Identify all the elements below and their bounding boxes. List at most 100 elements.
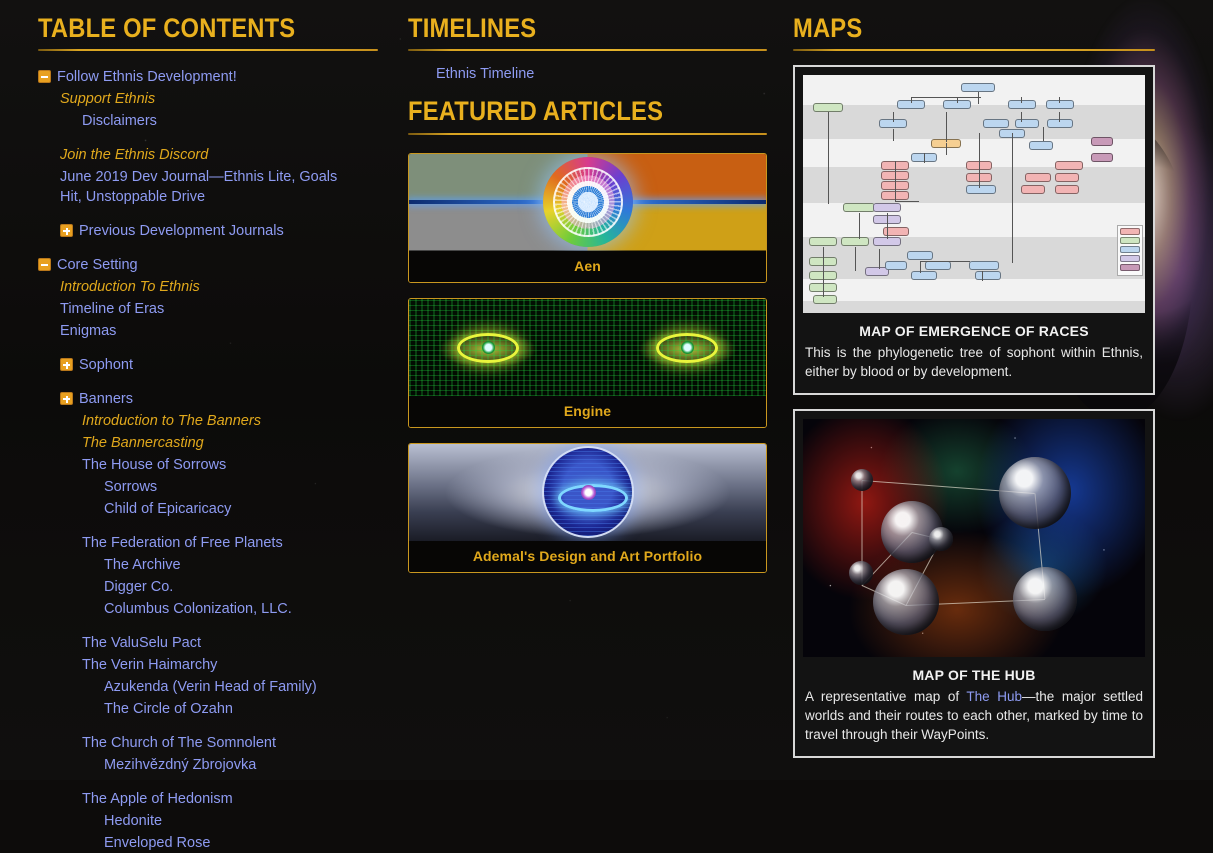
- toc-link[interactable]: The Bannercasting: [82, 433, 204, 453]
- toc-link[interactable]: Columbus Colonization, LLC.: [104, 599, 292, 619]
- toc-link[interactable]: Previous Development Journals: [79, 221, 284, 241]
- chart-legend: [1117, 225, 1143, 276]
- maps-header: MAPS: [793, 6, 1112, 42]
- chart-node: [885, 261, 907, 270]
- toc-link[interactable]: Child of Epicaricacy: [104, 499, 231, 519]
- map-title: MAP OF EMERGENCE OF RACES: [803, 313, 1145, 343]
- chart-edge: [1043, 127, 1044, 141]
- expand-plus-icon[interactable]: [60, 392, 73, 405]
- toc-link[interactable]: The Federation of Free Planets: [82, 533, 283, 553]
- toc-item: Disclaimers: [38, 111, 378, 131]
- map-description-link[interactable]: The Hub: [966, 689, 1022, 704]
- toc-item: Mezihvězdný Zbrojovka: [38, 755, 378, 775]
- toc-item: Introduction to The Banners: [38, 411, 378, 431]
- chart-edge: [982, 271, 983, 281]
- chart-edge: [920, 261, 921, 273]
- featured-article-card[interactable]: Engine: [408, 298, 767, 428]
- page-root: TABLE OF CONTENTS Follow Ethnis Developm…: [0, 0, 1213, 780]
- toc-link[interactable]: Introduction to The Banners: [82, 411, 261, 431]
- hub-planet: [929, 527, 953, 551]
- chart-edge: [893, 129, 894, 141]
- chart-node: [1055, 161, 1083, 170]
- toc-item: Join the Ethnis Discord: [38, 145, 378, 165]
- toc-link[interactable]: Follow Ethnis Development!: [57, 67, 237, 87]
- chart-edge: [957, 97, 958, 103]
- toc-item: Timeline of Eras: [38, 299, 378, 319]
- map-card[interactable]: MAP OF THE HUBA representative map of Th…: [793, 409, 1155, 758]
- chart-band: [803, 301, 1145, 313]
- toc-item: Follow Ethnis Development!: [38, 67, 378, 87]
- toc-item: Sophont: [38, 355, 378, 375]
- chart-edge: [1059, 112, 1060, 122]
- chart-node: [911, 271, 937, 280]
- chart-edge: [924, 153, 925, 163]
- chart-node: [975, 271, 1001, 280]
- chart-legend-swatch: [1120, 237, 1140, 244]
- toc-link[interactable]: Sophont: [79, 355, 133, 375]
- chart-node: [1046, 100, 1074, 109]
- toc-item: The Church of The Somnolent: [38, 733, 378, 753]
- table-of-contents-column: TABLE OF CONTENTS Follow Ethnis Developm…: [0, 6, 400, 780]
- toc-link[interactable]: The Verin Haimarchy: [82, 655, 217, 675]
- chart-edge: [893, 112, 894, 122]
- chart-node: [1055, 185, 1079, 194]
- toc-link[interactable]: The Apple of Hedonism: [82, 789, 233, 809]
- toc-link[interactable]: Introduction To Ethnis: [60, 277, 200, 297]
- aen-mandala-icon: [543, 157, 633, 247]
- toc-link[interactable]: Support Ethnis: [60, 89, 155, 109]
- chart-edge: [911, 97, 912, 103]
- collapse-minus-icon[interactable]: [38, 258, 51, 271]
- engine-artwork: [409, 299, 766, 396]
- chart-node: [966, 185, 996, 194]
- map-thumbnail: [803, 75, 1145, 313]
- toc-item: The House of Sorrows: [38, 455, 378, 475]
- featured-article-thumbnail: [409, 154, 766, 251]
- collapse-minus-icon[interactable]: [38, 70, 51, 83]
- toc-link[interactable]: Join the Ethnis Discord: [60, 145, 208, 165]
- phylogenetic-tree-diagram: [803, 75, 1145, 313]
- chart-edge: [895, 201, 919, 202]
- chart-node: [873, 203, 901, 212]
- toc-link[interactable]: June 2019 Dev Journal—Ethnis Lite, Goals…: [60, 167, 360, 207]
- toc-link[interactable]: Hedonite: [104, 811, 162, 831]
- toc-item: Hedonite: [38, 811, 378, 831]
- map-thumbnail: [803, 419, 1145, 657]
- toc-link[interactable]: Banners: [79, 389, 133, 409]
- featured-articles-header: FEATURED ARTICLES: [408, 89, 724, 125]
- chart-edge: [911, 97, 981, 98]
- toc-item: Enveloped Rose: [38, 833, 378, 853]
- toc-link[interactable]: Disclaimers: [82, 111, 157, 131]
- toc-link[interactable]: The Church of The Somnolent: [82, 733, 276, 753]
- engine-eye-right-icon: [656, 333, 718, 363]
- toc-link[interactable]: Azukenda (Verin Head of Family): [104, 677, 317, 697]
- chart-edge: [828, 112, 829, 204]
- toc-link[interactable]: The Archive: [104, 555, 181, 575]
- timeline-link[interactable]: Ethnis Timeline: [436, 66, 534, 82]
- featured-articles-header-rule: [408, 133, 767, 135]
- featured-article-card[interactable]: Aen: [408, 153, 767, 283]
- toc-link[interactable]: Sorrows: [104, 477, 157, 497]
- chart-node: [1029, 141, 1053, 150]
- map-card[interactable]: MAP OF EMERGENCE OF RACESThis is the phy…: [793, 65, 1155, 395]
- featured-article-caption: Engine: [409, 396, 766, 427]
- toc-link[interactable]: Mezihvězdný Zbrojovka: [104, 755, 256, 775]
- chart-node: [983, 119, 1009, 128]
- expand-plus-icon[interactable]: [60, 358, 73, 371]
- toc-link[interactable]: Enveloped Rose: [104, 833, 210, 853]
- toc-link[interactable]: The ValuSelu Pact: [82, 633, 201, 653]
- toc-link[interactable]: Timeline of Eras: [60, 299, 164, 319]
- expand-plus-icon[interactable]: [60, 224, 73, 237]
- hub-planet: [999, 457, 1071, 529]
- toc-link[interactable]: Enigmas: [60, 321, 116, 341]
- toc-link[interactable]: Digger Co.: [104, 577, 173, 597]
- map-description-text: This is the phylogenetic tree of sophont…: [805, 345, 1143, 379]
- toc-header-rule: [38, 49, 378, 51]
- toc-link[interactable]: The House of Sorrows: [82, 455, 226, 475]
- toc-link[interactable]: Core Setting: [57, 255, 138, 275]
- toc-item: Banners: [38, 389, 378, 409]
- featured-articles-list: Aen Engine Ademal's Design and Art Portfol…: [408, 153, 767, 573]
- toc-link[interactable]: The Circle of Ozahn: [104, 699, 233, 719]
- ademal-artwork: [409, 444, 766, 541]
- featured-article-card[interactable]: Ademal's Design and Art Portfolio: [408, 443, 767, 573]
- chart-edge: [1021, 112, 1022, 122]
